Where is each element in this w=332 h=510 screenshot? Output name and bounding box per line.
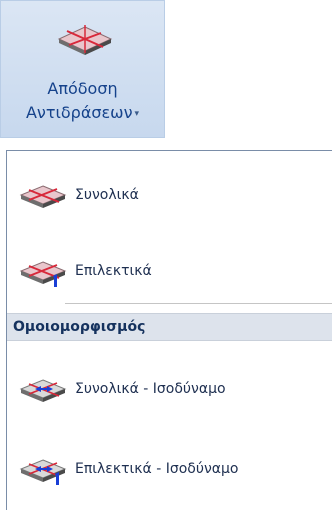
menu-item-selective-equivalent[interactable]: Επιλεκτικά - Ισοδύναμο [7, 445, 332, 493]
menu-item-label: Επιλεκτικά [75, 263, 152, 279]
slab-equivalent-icon [19, 379, 67, 402]
menu-item-selective[interactable]: Επιλεκτικά [7, 247, 332, 295]
reactions-button-label-line2: Αντιδράσεων ▾ [1, 103, 164, 122]
menu-item-label: Επιλεκτικά - Ισοδύναμο [75, 461, 239, 477]
menu-separator [65, 303, 332, 304]
menu-item-total[interactable]: Συνολικά [7, 171, 332, 219]
menu-item-label: Συνολικά - Ισοδύναμο [75, 381, 226, 397]
section-header-label: Ομοιομορφισμός [13, 319, 146, 335]
reactions-button-label-line1: Απόδοση [47, 79, 118, 98]
reactions-dropdown-menu: Συνολικά Επιλεκτικά Ομοιομορφισμός Συνολ… [6, 150, 332, 510]
reactions-ribbon-button[interactable]: Απόδοση Αντιδράσεων ▾ [0, 0, 165, 138]
menu-item-label: Συνολικά [75, 187, 139, 203]
reactions-button-label-text: Αντιδράσεων [25, 103, 133, 122]
chevron-down-icon[interactable]: ▾ [135, 109, 140, 119]
section-header-uniformity: Ομοιομορφισμός [7, 313, 332, 341]
menu-item-total-equivalent[interactable]: Συνολικά - Ισοδύναμο [7, 365, 332, 413]
slab-reactions-selective-icon [19, 261, 67, 287]
support-reactions-icon [57, 25, 113, 55]
slab-reactions-icon [19, 185, 67, 208]
slab-equivalent-selective-icon [19, 459, 67, 485]
